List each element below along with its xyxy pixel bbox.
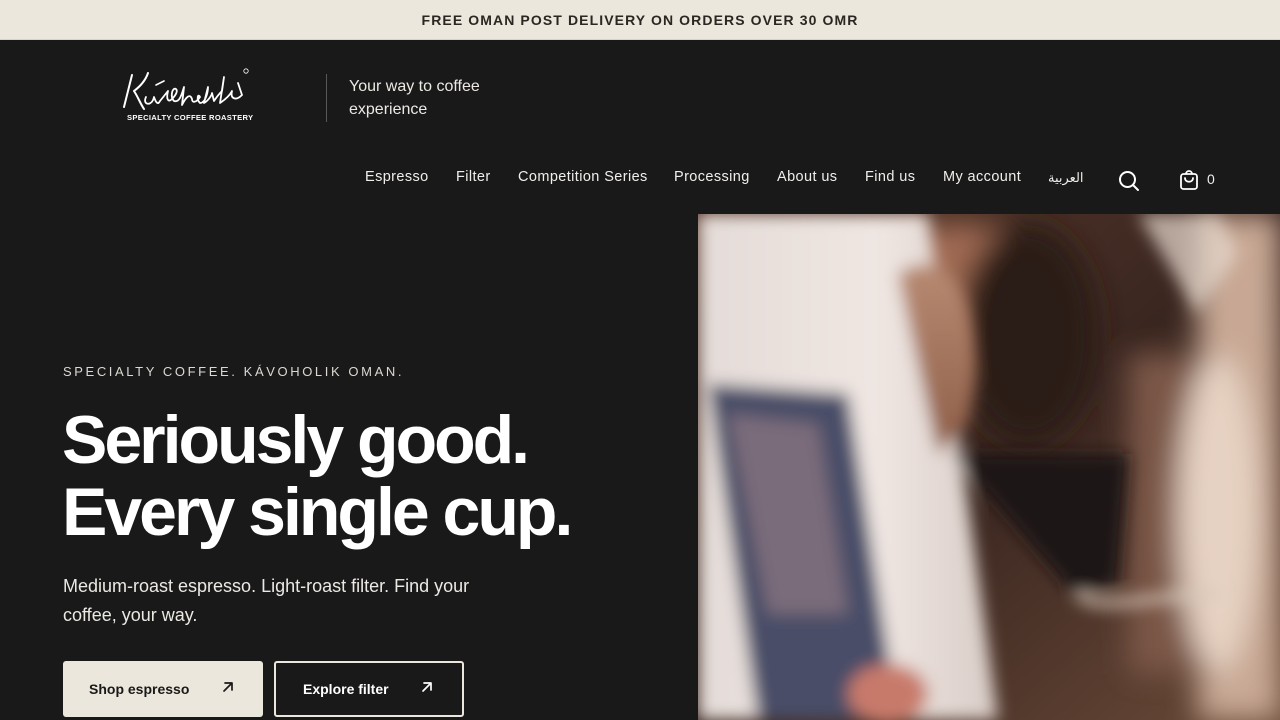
site-header: SPECIALTY COFFEE ROASTERY Your way to co… bbox=[0, 41, 1280, 214]
hero-subhead: Medium-roast espresso. Light-roast filte… bbox=[63, 576, 470, 625]
hero-headline-line2: Every single cup. bbox=[62, 474, 573, 550]
hero-headline: Seriously good. Every single cup. bbox=[62, 404, 682, 548]
nav-item-competition-series[interactable]: Competition Series bbox=[518, 169, 648, 185]
search-icon[interactable] bbox=[1117, 169, 1141, 193]
arrow-up-right-icon bbox=[420, 680, 434, 697]
tagline: Your way to coffee experience bbox=[349, 78, 480, 118]
announcement-text: FREE OMAN POST DELIVERY ON ORDERS OVER 3… bbox=[421, 11, 859, 28]
explore-filter-button[interactable]: Explore filter bbox=[274, 661, 464, 717]
hero-headline-line1: Seriously good. bbox=[62, 402, 530, 478]
hero-content: SPECIALTY COFFEE. KÁVOHOLIK OMAN. Seriou… bbox=[0, 214, 698, 720]
shop-espresso-button[interactable]: Shop espresso bbox=[63, 661, 263, 717]
nav-item-processing[interactable]: Processing bbox=[674, 169, 750, 185]
logo-subtext: SPECIALTY COFFEE ROASTERY bbox=[127, 113, 253, 122]
logo[interactable]: SPECIALTY COFFEE ROASTERY bbox=[112, 65, 262, 127]
nav-item-arabic[interactable]: العربية bbox=[1048, 170, 1084, 186]
hero-eyebrow: SPECIALTY COFFEE. KÁVOHOLIK OMAN. bbox=[63, 364, 405, 379]
cart-icon[interactable] bbox=[1178, 168, 1200, 192]
header-divider bbox=[326, 74, 327, 122]
announcement-bar: FREE OMAN POST DELIVERY ON ORDERS OVER 3… bbox=[0, 0, 1280, 40]
nav-item-espresso[interactable]: Espresso bbox=[365, 169, 429, 185]
explore-filter-label: Explore filter bbox=[303, 681, 389, 697]
nav-item-find-us[interactable]: Find us bbox=[865, 169, 915, 185]
hero-image bbox=[698, 214, 1280, 720]
shop-espresso-label: Shop espresso bbox=[89, 681, 190, 697]
arrow-up-right-icon bbox=[221, 680, 235, 697]
nav-item-my-account[interactable]: My account bbox=[943, 169, 1021, 185]
cart-count[interactable]: 0 bbox=[1207, 171, 1215, 187]
nav-item-about-us[interactable]: About us bbox=[777, 169, 837, 185]
nav-item-filter[interactable]: Filter bbox=[456, 169, 491, 185]
main-nav: Espresso Filter Competition Series Proce… bbox=[0, 169, 1280, 191]
